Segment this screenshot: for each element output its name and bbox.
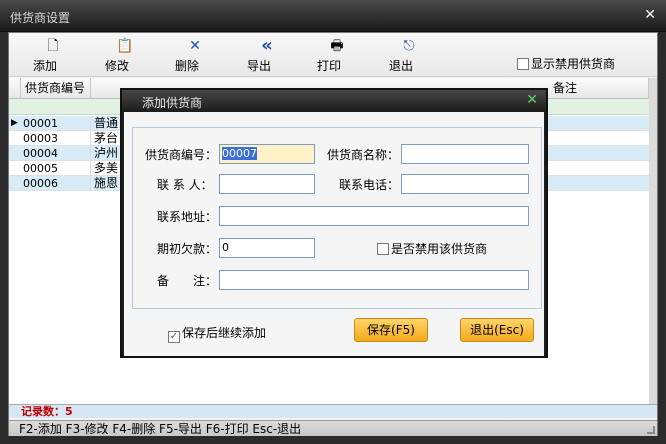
supplier-name-input[interactable] xyxy=(401,144,529,164)
edit-button[interactable]: 📋 修改 xyxy=(105,37,145,73)
remark-label: 备 注： xyxy=(157,274,218,288)
delete-x-icon: ✕ xyxy=(189,38,201,54)
export-button[interactable]: « 导出 xyxy=(247,35,287,74)
show-disabled-checkbox[interactable]: 显示禁用供货商 xyxy=(517,55,615,72)
dialog-body: 供货商编号： 00007 供货商名称： 联 系 人： 联系电话： 联系地址： 期… xyxy=(124,112,544,356)
add-supplier-dialog: 添加供货商 ✕ 供货商编号： 00007 供货商名称： 联 系 人： 联系电话：… xyxy=(120,88,548,358)
table-footer: 记录数：5 xyxy=(9,404,657,418)
supplier-name-label: 供货商名称： xyxy=(327,148,400,162)
supplier-code-label: 供货商编号： xyxy=(145,148,218,162)
export-button-label: 导出 xyxy=(247,59,272,73)
edit-clipboard-icon: 📋 xyxy=(116,38,134,54)
cell-code: 00001 xyxy=(21,116,91,131)
current-row-indicator-icon: ▶ xyxy=(11,118,18,128)
column-header-code[interactable]: 供货商编号 xyxy=(21,78,91,99)
form-group: 供货商编号： 00007 供货商名称： 联 系 人： 联系电话： 联系地址： 期… xyxy=(132,127,542,309)
phone-label: 联系电话： xyxy=(339,178,400,192)
show-disabled-label: 显示禁用供货商 xyxy=(531,57,616,71)
address-input[interactable] xyxy=(219,206,529,226)
cell-code: 00006 xyxy=(21,176,91,191)
keep-adding-label: 保存后继续添加 xyxy=(182,326,267,340)
add-button[interactable]: 🗋 添加 xyxy=(33,37,73,73)
delete-button[interactable]: ✕ 删除 xyxy=(175,37,215,73)
contact-person-input[interactable] xyxy=(219,174,315,194)
delete-button-label: 删除 xyxy=(175,59,200,73)
export-arrows-icon: « xyxy=(261,35,273,56)
dialog-titlebar: 添加供货商 ✕ xyxy=(122,90,546,112)
phone-input[interactable] xyxy=(401,174,529,194)
supplier-code-input[interactable]: 00007 xyxy=(219,144,315,164)
record-count: 记录数：5 xyxy=(21,405,73,418)
save-button[interactable]: 保存(F5) xyxy=(354,318,428,342)
print-button-label: 打印 xyxy=(317,59,342,73)
disable-supplier-checkbox[interactable]: 是否禁用该供货商 xyxy=(377,240,487,257)
keep-adding-checkbox[interactable]: ✓ 保存后继续添加 xyxy=(168,324,266,343)
contact-person-label: 联 系 人： xyxy=(157,178,213,192)
shortcut-hints: F2-添加 F3-修改 F4-删除 F5-导出 F6-打印 Esc-退出 xyxy=(19,422,302,436)
disable-supplier-label: 是否禁用该供货商 xyxy=(391,242,488,256)
print-button[interactable]: 🖶 打印 xyxy=(317,37,357,73)
cell-code: 00004 xyxy=(21,146,91,161)
checkbox-box[interactable] xyxy=(377,243,389,255)
cell-code: 00005 xyxy=(21,161,91,176)
exit-button[interactable]: ⎋ 退出 xyxy=(389,37,429,73)
opening-debt-input[interactable]: 0 xyxy=(219,238,315,258)
remark-input[interactable] xyxy=(219,270,529,290)
resize-grip-icon[interactable] xyxy=(647,426,655,434)
dialog-close-icon[interactable]: ✕ xyxy=(526,92,538,108)
status-bar: F2-添加 F3-修改 F4-删除 F5-导出 F6-打印 Esc-退出 xyxy=(9,420,657,436)
window-title: 供货商设置 xyxy=(10,11,71,25)
toolbar: 🗋 添加 📋 修改 ✕ 删除 « 导出 🖶 打印 ⎋ 退出 显示禁用供货商 xyxy=(9,33,657,77)
address-label: 联系地址： xyxy=(157,210,218,224)
window-close-icon[interactable]: ✕ xyxy=(644,7,656,23)
add-button-label: 添加 xyxy=(33,59,58,73)
dialog-title: 添加供货商 xyxy=(142,96,203,110)
app-window: 供货商设置 ✕ 🗋 添加 📋 修改 ✕ 删除 « 导出 🖶 打印 ⎋ 退出 显示… xyxy=(0,0,666,444)
checkbox-box[interactable] xyxy=(517,58,529,70)
opening-debt-label: 期初欠款： xyxy=(157,242,218,256)
exit-button-label: 退出 xyxy=(389,59,414,73)
printer-icon: 🖶 xyxy=(330,38,344,54)
file-new-icon: 🗋 xyxy=(47,38,59,54)
cell-code: 00003 xyxy=(21,131,91,146)
dialog-exit-button[interactable]: 退出(Esc) xyxy=(460,318,534,342)
vertical-scrollbar[interactable] xyxy=(649,78,657,404)
exit-door-icon: ⎋ xyxy=(403,38,415,54)
edit-button-label: 修改 xyxy=(105,59,130,73)
supplier-code-value: 00007 xyxy=(222,147,257,160)
window-titlebar: 供货商设置 ✕ xyxy=(0,0,666,32)
header-indicator xyxy=(9,78,21,99)
check-icon[interactable]: ✓ xyxy=(168,331,180,343)
column-header-remark[interactable]: 备注 xyxy=(549,78,649,99)
